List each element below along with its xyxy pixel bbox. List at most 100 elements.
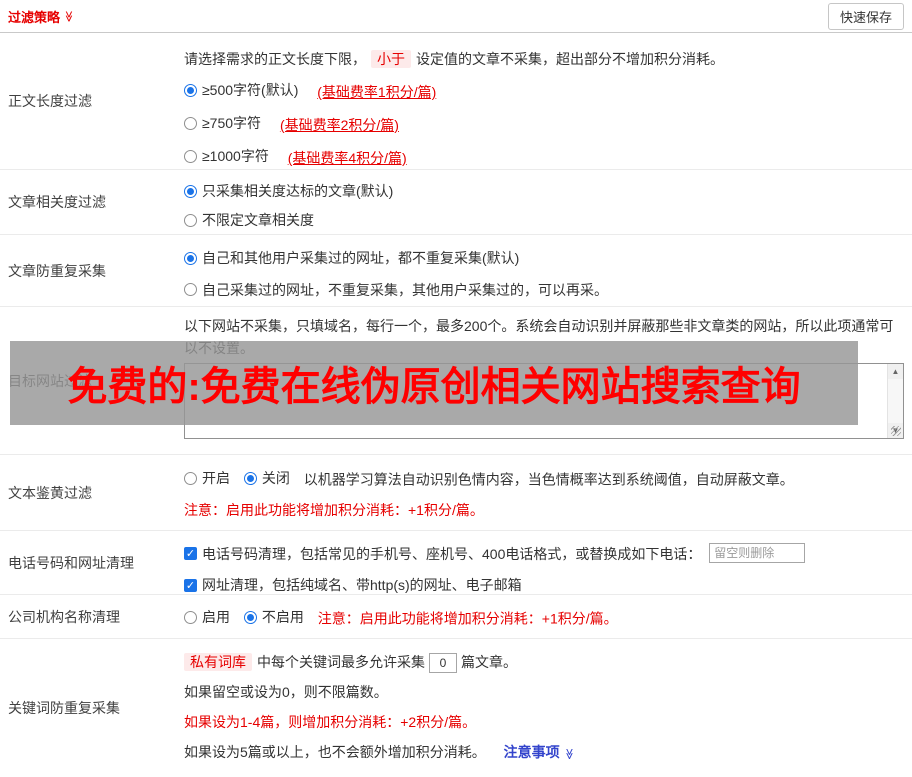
option-line: ≥750字符 (基础费率2积分/篇) [184, 108, 904, 141]
notice-chevron-icon: ≫ [562, 748, 575, 760]
intro-text-pre: 请选择需求的正文长度下限， [184, 51, 366, 67]
row-keyword-dedup: 关键词防重复采集 私有词库中每个关键词最多允许采集 篇文章。 如果留空或设为0，则… [0, 639, 912, 777]
ad-overlay-text: 免费的:免费在线伪原创相关网站搜索查询 [67, 365, 801, 409]
checkbox-icon [184, 547, 197, 560]
keyword-note-zero: 如果留空或设为0，则不限篇数。 [184, 684, 388, 700]
option-label: 不限定文章相关度 [202, 212, 314, 228]
radio-option-750-chars[interactable]: ≥750字符 [184, 108, 261, 139]
rate-note: (基础费率2积分/篇) [279, 117, 399, 133]
radio-option-500-chars[interactable]: ≥500字符(默认) [184, 75, 298, 106]
checkbox-icon [184, 578, 197, 592]
row-label: 文章相关度过滤 [8, 194, 106, 210]
row-content: 启用 不启用 注意：启用此功能将增加积分消耗：+1积分/篇。 [178, 595, 912, 638]
row-relevance-filter: 文章相关度过滤 只采集相关度达标的文章(默认) 不限定文章相关度 [0, 170, 912, 235]
row-label: 正文长度过滤 [8, 93, 92, 109]
option-label: 不启用 [261, 609, 304, 625]
option-line: 只采集相关度达标的文章(默认) [184, 178, 904, 207]
radio-icon [184, 84, 197, 97]
replacement-phone-input[interactable] [709, 543, 806, 564]
radio-icon [184, 117, 197, 130]
option-label: 自己采集过的网址，不重复采集，其他用户采集过的，可以再采。 [202, 281, 608, 298]
row-label: 文本鉴黄过滤 [8, 484, 92, 501]
keyword-limit-text: 中每个关键词最多允许采集 [257, 654, 425, 670]
radio-option-company-off[interactable]: 不启用 [243, 603, 304, 631]
radio-icon [243, 471, 257, 485]
radio-icon [184, 185, 197, 198]
highlight-less-than: 小于 [371, 50, 411, 68]
max-articles-input[interactable] [429, 653, 457, 674]
row-company-cleanup: 公司机构名称清理 启用 不启用 注意：启用此功能将增加积分消耗：+1积分/篇。 [0, 595, 912, 639]
porn-filter-description: 以机器学习算法自动识别色情内容，当色情概率达到系统阈值，自动屏蔽文章。 [303, 471, 794, 488]
row-content: 自己和其他用户采集过的网址，都不重复采集(默认) 自己采集过的网址，不重复采集，… [178, 235, 912, 306]
row-label: 文章防重复采集 [8, 262, 106, 279]
radio-icon [184, 150, 197, 163]
radio-icon [184, 471, 197, 485]
row-content: 电话号码清理，包括常见的手机号、座机号、400电话格式，或替换成如下电话： 网址… [178, 531, 912, 594]
private-lexicon-highlight[interactable]: 私有词库 [184, 653, 252, 671]
radio-option-porn-on[interactable]: 开启 [184, 463, 230, 493]
radio-icon [184, 214, 197, 227]
keyword-limit-text-post: 篇文章。 [461, 654, 517, 670]
option-line: 电话号码清理，包括常见的手机号、座机号、400电话格式，或替换成如下电话： [184, 537, 904, 569]
option-label: ≥750字符 [202, 115, 262, 131]
option-line: 不限定文章相关度 [184, 207, 904, 236]
row-label: 电话号码和网址清理 [8, 554, 134, 571]
checkbox-phone-cleanup[interactable]: 电话号码清理，包括常见的手机号、座机号、400电话格式，或替换成如下电话： [184, 539, 701, 569]
filter-settings-page: 过滤策略 ≫ 快速保存 正文长度过滤 请选择需求的正文长度下限， 小于 设定值的文章… [0, 0, 912, 768]
keyword-note-five-text: 如果设为5篇或以上，也不会额外增加积分消耗。 [184, 744, 486, 760]
rate-note: (基础费率4积分/篇) [287, 150, 407, 166]
row-content: 开启 关闭 以机器学习算法自动识别色情内容，当色情概率达到系统阈值，自动屏蔽文章… [178, 455, 912, 530]
row-content: 请选择需求的正文长度下限， 小于 设定值的文章不采集，超出部分不增加积分消耗。 ≥5… [178, 33, 912, 169]
radio-icon [184, 283, 197, 296]
option-label: ≥500字符(默认) [202, 82, 299, 98]
page-title-label: 过滤策略 [8, 9, 61, 25]
radio-option-dedup-self-only[interactable]: 自己采集过的网址，不重复采集，其他用户采集过的，可以再采。 [184, 275, 608, 305]
porn-filter-note: 注意：启用此功能将增加积分消耗：+1积分/篇。 [184, 501, 484, 518]
ad-overlay-banner[interactable]: 免费的:免费在线伪原创相关网站搜索查询 [10, 341, 858, 425]
rate-note: (基础费率1积分/篇) [317, 84, 437, 100]
radio-icon [184, 610, 197, 624]
radio-option-relevance-unlimited[interactable]: 不限定文章相关度 [184, 207, 314, 234]
radio-icon [184, 251, 197, 265]
option-line: ≥500字符(默认) (基础费率1积分/篇) [184, 75, 904, 108]
row-label: 关键词防重复采集 [8, 700, 120, 716]
header-bar: 过滤策略 ≫ 快速保存 [0, 0, 912, 33]
notice-link-label: 注意事项 [503, 744, 560, 760]
radio-icon [243, 610, 257, 624]
option-label: ≥1000字符 [202, 148, 269, 164]
row-content: 私有词库中每个关键词最多允许采集 篇文章。 如果留空或设为0，则不限篇数。 如果设… [178, 639, 912, 777]
option-line: 自己和其他用户采集过的网址，都不重复采集(默认) [184, 243, 904, 275]
radio-option-relevance-required[interactable]: 只采集相关度达标的文章(默认) [184, 178, 393, 205]
radio-option-porn-off[interactable]: 关闭 [243, 463, 290, 493]
option-line: 启用 不启用 注意：启用此功能将增加积分消耗：+1积分/篇。 [184, 603, 904, 633]
row-dedup-filter: 文章防重复采集 自己和其他用户采集过的网址，都不重复采集(默认) 自己采集过的网… [0, 235, 912, 307]
collapse-chevron-icon: ≫ [62, 10, 75, 22]
row-porn-filter: 文本鉴黄过滤 开启 关闭 以机器学习算法自动识别色情内容，当色情概率达到系统阈值… [0, 455, 912, 531]
intro-text-post: 设定值的文章不采集，超出部分不增加积分消耗。 [416, 51, 724, 67]
option-label: 电话号码清理，包括常见的手机号、座机号、400电话格式，或替换成如下电话： [202, 545, 702, 562]
row-length-filter: 正文长度过滤 请选择需求的正文长度下限， 小于 设定值的文章不采集，超出部分不增加积… [0, 33, 912, 170]
notice-link[interactable]: 注意事项 ≫ [504, 744, 575, 760]
row-phone-cleanup: 电话号码和网址清理 电话号码清理，包括常见的手机号、座机号、400电话格式，或替… [0, 531, 912, 595]
option-label: 开启 [202, 470, 230, 486]
row-label: 公司机构名称清理 [8, 608, 120, 625]
keyword-limit-line: 私有词库中每个关键词最多允许采集 篇文章。 [184, 647, 904, 677]
length-filter-intro: 请选择需求的正文长度下限， 小于 设定值的文章不采集，超出部分不增加积分消耗。 [184, 44, 904, 75]
radio-option-company-on[interactable]: 启用 [184, 603, 230, 631]
radio-option-1000-chars[interactable]: ≥1000字符 [184, 141, 269, 172]
scroll-up-icon[interactable]: ▲ [888, 364, 903, 379]
company-cleanup-note: 注意：启用此功能将增加积分消耗：+1积分/篇。 [317, 610, 618, 627]
quick-save-button[interactable]: 快速保存 [827, 2, 904, 30]
option-line: 自己采集过的网址，不重复采集，其他用户采集过的，可以再采。 [184, 275, 904, 307]
option-label: 只采集相关度达标的文章(默认) [202, 183, 394, 199]
option-label: 关闭 [261, 470, 290, 486]
option-label: 自己和其他用户采集过的网址，都不重复采集(默认) [202, 250, 520, 266]
keyword-note-cost: 如果设为1-4篇，则增加积分消耗：+2积分/篇。 [184, 714, 477, 730]
textarea-resize-handle[interactable] [891, 426, 901, 436]
row-content: 只采集相关度达标的文章(默认) 不限定文章相关度 [178, 170, 912, 234]
keyword-note-five: 如果设为5篇或以上，也不会额外增加积分消耗。 注意事项 ≫ [184, 737, 904, 769]
radio-option-dedup-all-users[interactable]: 自己和其他用户采集过的网址，都不重复采集(默认) [184, 243, 519, 273]
option-label: 启用 [202, 609, 230, 625]
option-line: 开启 关闭 以机器学习算法自动识别色情内容，当色情概率达到系统阈值，自动屏蔽文章… [184, 463, 904, 495]
page-title[interactable]: 过滤策略 ≫ [8, 7, 75, 26]
